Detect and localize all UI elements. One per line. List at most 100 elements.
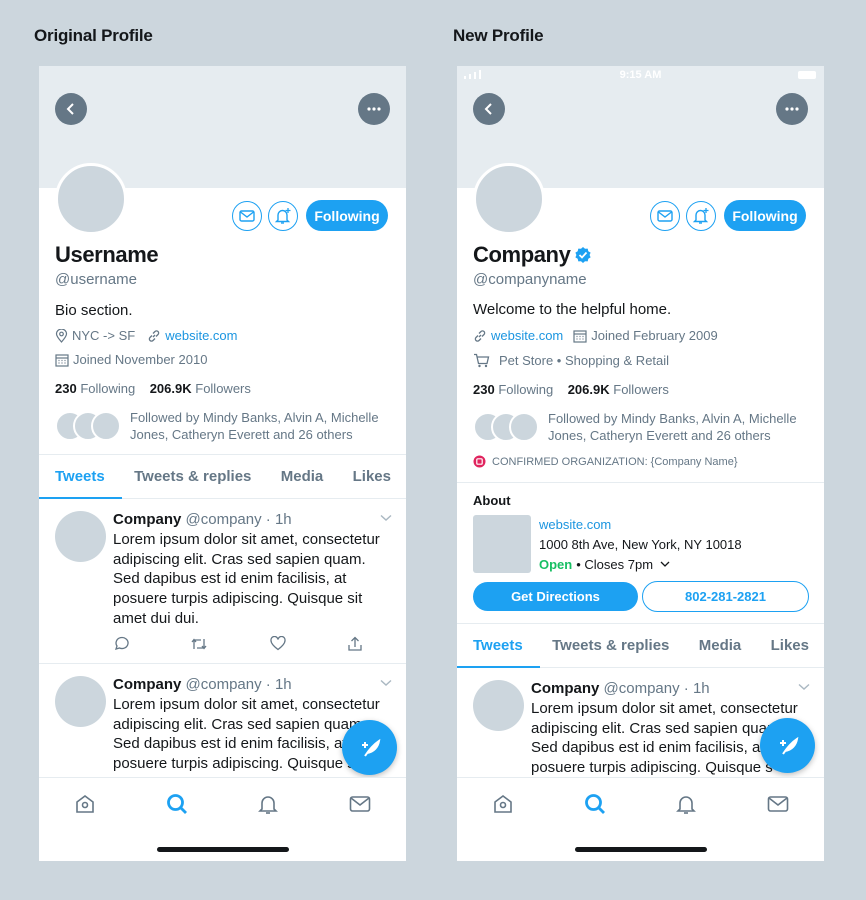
tweet-time: · 1h xyxy=(265,676,292,693)
avatar[interactable] xyxy=(55,511,106,562)
envelope-icon xyxy=(767,796,789,812)
message-button[interactable] xyxy=(232,201,262,231)
notifications-button[interactable] xyxy=(686,201,716,231)
envelope-icon xyxy=(657,210,673,222)
back-button[interactable] xyxy=(473,93,505,125)
phone-call-button[interactable]: 802-281-2821 xyxy=(642,581,809,612)
confirmed-badge-icon xyxy=(473,455,486,468)
bottom-tab-bar xyxy=(457,777,824,861)
tab-likes[interactable]: Likes xyxy=(771,637,809,654)
avatar xyxy=(91,411,121,441)
profile-tabs: Tweets Tweets & replies Media Likes xyxy=(457,623,824,668)
followed-by-text: Followed by Mindy Banks, Alvin A, Michel… xyxy=(548,411,797,443)
following-button[interactable]: Following xyxy=(724,200,806,231)
chevron-down-icon[interactable] xyxy=(380,514,392,522)
shopping-cart-icon xyxy=(474,353,490,368)
tweet-time: · 1h xyxy=(265,511,292,528)
home-indicator[interactable] xyxy=(156,847,289,852)
tab-tweets[interactable]: Tweets xyxy=(39,468,122,499)
status-time: 9:15 AM xyxy=(619,69,662,81)
profile-avatar[interactable] xyxy=(55,163,127,235)
joined-row: Joined November 2010 xyxy=(55,352,207,367)
compose-feather-icon xyxy=(779,736,798,755)
tweet-header: Company @company · 1h xyxy=(113,511,292,528)
profile-tabs: Tweets Tweets & replies Media Likes xyxy=(39,454,406,499)
tab-likes[interactable]: Likes xyxy=(353,468,391,485)
tab-media[interactable]: Media xyxy=(281,468,324,485)
home-indicator[interactable] xyxy=(574,847,707,852)
bell-plus-icon xyxy=(274,208,291,224)
tweet-actions xyxy=(113,636,363,652)
followers-count: 206.9K xyxy=(567,382,610,397)
category-row: Pet Store • Shopping & Retail xyxy=(473,353,669,368)
following-count: 230 xyxy=(473,382,495,397)
followers-label: Followers xyxy=(613,382,669,397)
home-tab[interactable] xyxy=(491,792,515,816)
messages-tab[interactable] xyxy=(766,792,790,816)
reply-icon[interactable] xyxy=(113,636,129,652)
website-link[interactable]: website.com xyxy=(165,328,237,343)
avatar[interactable] xyxy=(473,680,524,731)
following-button[interactable]: Following xyxy=(306,200,388,231)
tweet-author-handle: @company xyxy=(185,676,262,693)
back-arrow-icon xyxy=(484,103,492,115)
tab-tweets-replies[interactable]: Tweets & replies xyxy=(134,468,251,485)
home-tab[interactable] xyxy=(73,792,97,816)
search-tab[interactable] xyxy=(583,792,607,816)
hours-row[interactable]: Open • Closes 7pm xyxy=(539,557,670,572)
share-icon[interactable] xyxy=(347,636,363,652)
get-directions-button[interactable]: Get Directions xyxy=(473,582,638,611)
notifications-button[interactable] xyxy=(268,201,298,231)
tab-media[interactable]: Media xyxy=(699,637,742,654)
open-status: Open xyxy=(539,557,573,572)
following-count-link[interactable]: 230 Following xyxy=(473,382,553,397)
more-options-button[interactable] xyxy=(776,93,808,125)
profile-handle: @companyname xyxy=(473,271,587,288)
divider xyxy=(39,663,406,664)
envelope-icon xyxy=(239,210,255,222)
about-website-link[interactable]: website.com xyxy=(539,517,611,532)
tab-tweets-replies[interactable]: Tweets & replies xyxy=(552,637,669,654)
status-bar: 9:15 AM xyxy=(457,66,824,86)
bell-icon xyxy=(676,796,696,814)
search-icon xyxy=(585,794,605,814)
notifications-tab[interactable] xyxy=(674,792,698,816)
tweet-author-name[interactable]: Company xyxy=(531,680,599,697)
search-icon xyxy=(167,794,187,814)
messages-tab[interactable] xyxy=(348,792,372,816)
chevron-down-icon[interactable] xyxy=(798,683,810,691)
location-text: NYC -> SF xyxy=(72,328,136,343)
chevron-down-icon[interactable] xyxy=(380,679,392,687)
tweet-author-name[interactable]: Company xyxy=(113,676,181,693)
heart-icon[interactable] xyxy=(270,636,286,651)
link-icon xyxy=(474,329,486,342)
profile-bio: Bio section. xyxy=(55,302,133,319)
more-options-button[interactable] xyxy=(358,93,390,125)
following-count-link[interactable]: 230 Following xyxy=(55,381,135,396)
profile-avatar[interactable] xyxy=(473,163,545,235)
website-link[interactable]: website.com xyxy=(491,328,563,343)
compose-tweet-button[interactable] xyxy=(760,718,815,773)
original-profile-title: Original Profile xyxy=(34,26,153,45)
message-button[interactable] xyxy=(650,201,680,231)
followed-by[interactable]: Followed by Mindy Banks, Alvin A, Michel… xyxy=(55,409,400,443)
followed-by-text: Followed by Mindy Banks, Alvin A, Michel… xyxy=(130,410,379,442)
tweet-author-name[interactable]: Company xyxy=(113,511,181,528)
retweet-icon[interactable] xyxy=(190,636,208,652)
followed-by[interactable]: Followed by Mindy Banks, Alvin A, Michel… xyxy=(473,410,818,444)
business-image[interactable] xyxy=(473,515,531,573)
more-dots-icon xyxy=(367,107,381,111)
tab-tweets[interactable]: Tweets xyxy=(457,637,540,668)
back-button[interactable] xyxy=(55,93,87,125)
followers-count-link[interactable]: 206.9K Followers xyxy=(568,382,669,397)
followers-count-link[interactable]: 206.9K Followers xyxy=(150,381,251,396)
follow-counts: 230 Following 206.9K Followers xyxy=(55,381,251,396)
compose-tweet-button[interactable] xyxy=(342,720,397,775)
notifications-tab[interactable] xyxy=(256,792,280,816)
avatar[interactable] xyxy=(55,676,106,727)
back-arrow-icon xyxy=(66,103,74,115)
search-tab[interactable] xyxy=(165,792,189,816)
link-icon xyxy=(149,329,160,342)
following-label: Following xyxy=(80,381,136,396)
location-pin-icon xyxy=(55,328,68,343)
